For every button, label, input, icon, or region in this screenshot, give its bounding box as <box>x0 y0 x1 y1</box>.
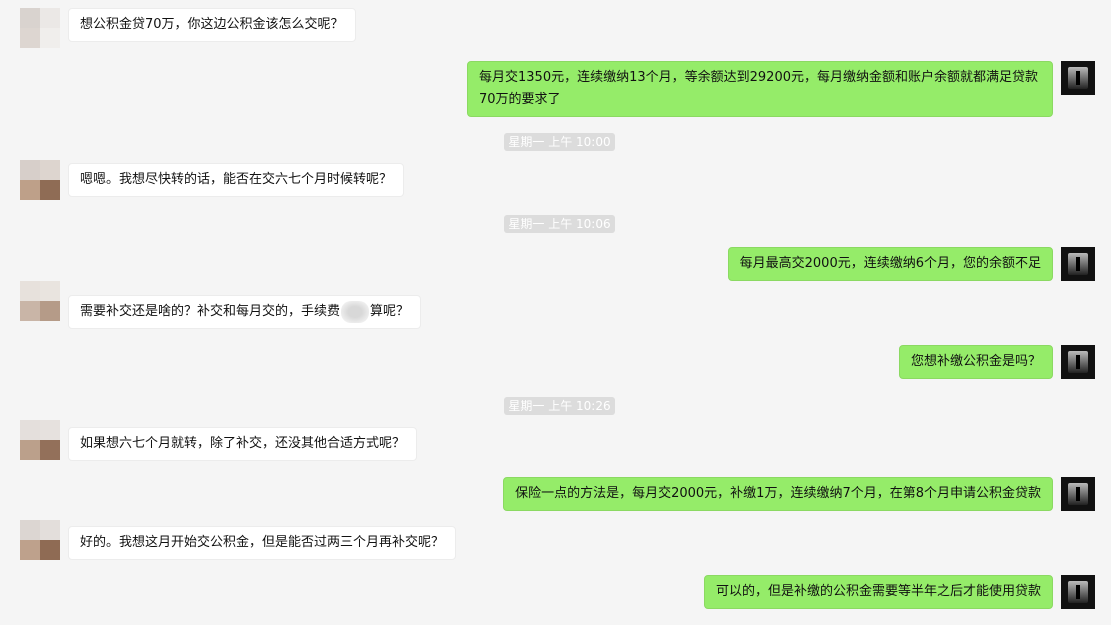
timestamp: 星期一 上午 10:06 <box>504 215 615 233</box>
contact-avatar-icon[interactable] <box>20 281 60 321</box>
self-avatar-icon[interactable] <box>1061 345 1095 379</box>
self-avatar-icon[interactable] <box>1061 477 1095 511</box>
message-text: 算呢？ <box>370 304 410 319</box>
message-bubble[interactable]: 每月交1350元，连续缴纳13个月，等余额达到29200元，每月缴纳金额和账户余… <box>467 61 1053 117</box>
message-bubble[interactable]: 您想补缴公积金是吗？ <box>898 345 1053 379</box>
contact-avatar-icon[interactable] <box>20 160 60 200</box>
redacted-blur <box>341 301 370 323</box>
message-bubble[interactable]: 可以的，但是补缴的公积金需要等半年之后才能使用贷款 <box>703 575 1053 609</box>
message-bubble[interactable]: 想公积金贷70万，你这边公积金该怎么交呢？ <box>68 8 356 42</box>
timestamp: 星期一 上午 10:26 <box>504 397 615 415</box>
timestamp: 星期一 上午 10:00 <box>504 133 615 151</box>
message-bubble[interactable]: 每月最高交2000元，连续缴纳6个月，您的余额不足 <box>727 247 1053 281</box>
contact-avatar-icon[interactable] <box>20 520 60 560</box>
chat-window: 想公积金贷70万，你这边公积金该怎么交呢？ 每月交1350元，连续缴纳13个月，… <box>0 0 1111 625</box>
message-bubble[interactable]: 保险一点的方法是，每月交2000元，补缴1万，连续缴纳7个月，在第8个月申请公积… <box>503 477 1053 511</box>
message-bubble[interactable]: 好的。我想这月开始交公积金，但是能否过两三个月再补交呢？ <box>68 526 457 560</box>
message-bubble[interactable]: 需要补交还是啥的？补交和每月交的，手续费 算呢？ <box>68 295 422 329</box>
message-text: 需要补交还是啥的？补交和每月交的，手续费 <box>80 304 341 319</box>
contact-avatar-icon[interactable] <box>20 8 60 48</box>
message-bubble[interactable]: 嗯嗯。我想尽快转的话，能否在交六七个月时候转呢？ <box>68 163 405 197</box>
self-avatar-icon[interactable] <box>1061 61 1095 95</box>
contact-avatar-icon[interactable] <box>20 420 60 460</box>
self-avatar-icon[interactable] <box>1061 575 1095 609</box>
self-avatar-icon[interactable] <box>1061 247 1095 281</box>
message-bubble[interactable]: 如果想六七个月就转，除了补交，还没其他合适方式呢？ <box>68 427 418 461</box>
